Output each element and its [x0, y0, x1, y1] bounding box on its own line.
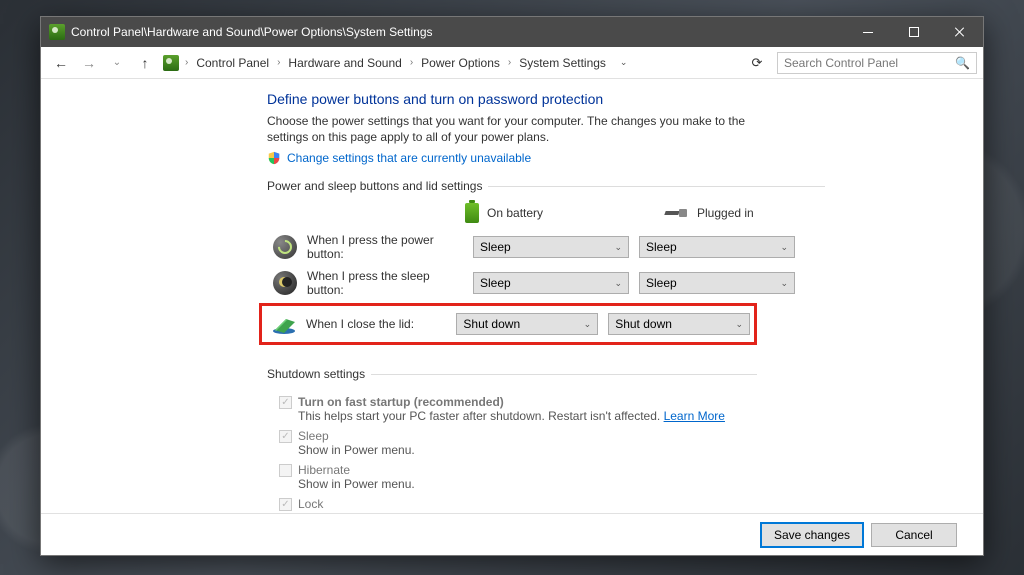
chevron-right-icon[interactable]: ›	[185, 57, 188, 68]
sleep-item: Sleep Show in Power menu.	[279, 429, 757, 457]
search-input[interactable]: Search Control Panel 🔍	[777, 52, 977, 74]
power-button-plugged-select[interactable]: Sleep⌄	[639, 236, 795, 258]
chevron-down-icon: ⌄	[614, 242, 622, 253]
power-buttons-legend: Power and sleep buttons and lid settings	[267, 179, 488, 193]
chevron-down-icon: ⌄	[614, 278, 622, 289]
lock-desc: Show in account picture menu.	[298, 511, 757, 513]
chevron-down-icon: ⌄	[735, 319, 743, 330]
chevron-down-icon: ⌄	[780, 242, 788, 253]
lock-checkbox	[279, 498, 292, 511]
fast-startup-checkbox	[279, 396, 292, 409]
sleep-button-row: When I press the sleep button: Sleep⌄ Sl…	[267, 265, 825, 301]
maximize-button[interactable]	[891, 17, 937, 47]
refresh-button[interactable]: ⟳	[745, 55, 769, 71]
page-title: Define power buttons and turn on passwor…	[267, 91, 973, 107]
navigation-bar: ← → ⌄ ↑ › Control Panel › Hardware and S…	[41, 47, 983, 79]
sleep-desc: Show in Power menu.	[298, 443, 757, 457]
breadcrumb-power-options[interactable]: Power Options	[417, 54, 504, 72]
sleep-title: Sleep	[298, 429, 329, 443]
footer: Save changes Cancel	[41, 513, 983, 555]
sleep-button-plugged-select[interactable]: Sleep⌄	[639, 272, 795, 294]
hibernate-title: Hibernate	[298, 463, 350, 477]
fast-startup-desc: This helps start your PC faster after sh…	[298, 409, 664, 423]
chevron-right-icon[interactable]: ›	[508, 57, 511, 68]
close-lid-label: When I close the lid:	[306, 317, 446, 331]
sleep-button-battery-select[interactable]: Sleep⌄	[473, 272, 629, 294]
lock-title: Lock	[298, 497, 323, 511]
breadcrumb-hardware-sound[interactable]: Hardware and Sound	[284, 54, 405, 72]
on-battery-header: On battery	[487, 206, 543, 220]
power-button-row: When I press the power button: Sleep⌄ Sl…	[267, 229, 825, 265]
breadcrumb[interactable]: › Control Panel › Hardware and Sound › P…	[163, 54, 745, 72]
chevron-right-icon[interactable]: ›	[410, 57, 413, 68]
chevron-down-icon: ⌄	[584, 319, 592, 330]
close-button[interactable]	[937, 17, 983, 47]
plug-icon	[665, 207, 689, 219]
power-options-icon	[49, 24, 65, 40]
change-settings-link[interactable]: Change settings that are currently unava…	[287, 151, 531, 165]
close-lid-battery-select[interactable]: Shut down⌄	[456, 313, 598, 335]
sleep-checkbox	[279, 430, 292, 443]
page-description: Choose the power settings that you want …	[267, 113, 747, 145]
nav-history-button[interactable]: ⌄	[105, 51, 129, 75]
breadcrumb-system-settings[interactable]: System Settings	[515, 54, 610, 72]
breadcrumb-icon	[163, 55, 179, 71]
sleep-button-icon	[273, 271, 297, 295]
content-area: Define power buttons and turn on passwor…	[41, 79, 983, 513]
breadcrumb-control-panel[interactable]: Control Panel	[192, 54, 273, 72]
breadcrumb-dropdown-icon[interactable]: ⌄	[620, 57, 628, 68]
hibernate-item: Hibernate Show in Power menu.	[279, 463, 757, 491]
search-icon: 🔍	[955, 56, 970, 70]
nav-up-button[interactable]: ↑	[133, 51, 157, 75]
control-panel-window: Control Panel\Hardware and Sound\Power O…	[40, 16, 984, 556]
hibernate-desc: Show in Power menu.	[298, 477, 757, 491]
shield-icon	[267, 151, 281, 165]
lid-icon	[272, 312, 296, 336]
chevron-down-icon: ⌄	[780, 278, 788, 289]
chevron-right-icon[interactable]: ›	[277, 57, 280, 68]
lid-row-highlight: When I close the lid: Shut down⌄ Shut do…	[259, 303, 757, 345]
fast-startup-title: Turn on fast startup (recommended)	[298, 395, 504, 409]
minimize-button[interactable]	[845, 17, 891, 47]
shutdown-settings-legend: Shutdown settings	[267, 367, 371, 381]
search-placeholder: Search Control Panel	[784, 56, 898, 70]
titlebar[interactable]: Control Panel\Hardware and Sound\Power O…	[41, 17, 983, 47]
sleep-button-label: When I press the sleep button:	[307, 269, 463, 297]
power-buttons-section: Power and sleep buttons and lid settings…	[267, 179, 825, 357]
shutdown-settings-section: Shutdown settings Turn on fast startup (…	[267, 367, 757, 513]
power-button-battery-select[interactable]: Sleep⌄	[473, 236, 629, 258]
plugged-in-header: Plugged in	[697, 206, 754, 220]
close-lid-row: When I close the lid: Shut down⌄ Shut do…	[266, 310, 750, 338]
save-changes-button[interactable]: Save changes	[761, 523, 863, 547]
close-lid-plugged-select[interactable]: Shut down⌄	[608, 313, 750, 335]
power-button-label: When I press the power button:	[307, 233, 463, 261]
nav-forward-button: →	[77, 51, 101, 75]
learn-more-link[interactable]: Learn More	[664, 409, 725, 423]
battery-icon	[465, 203, 479, 223]
window-title: Control Panel\Hardware and Sound\Power O…	[71, 25, 433, 39]
nav-back-button[interactable]: ←	[49, 51, 73, 75]
fast-startup-item: Turn on fast startup (recommended) This …	[279, 395, 757, 423]
lock-item: Lock Show in account picture menu.	[279, 497, 757, 513]
cancel-button[interactable]: Cancel	[871, 523, 957, 547]
power-button-icon	[273, 235, 297, 259]
hibernate-checkbox	[279, 464, 292, 477]
